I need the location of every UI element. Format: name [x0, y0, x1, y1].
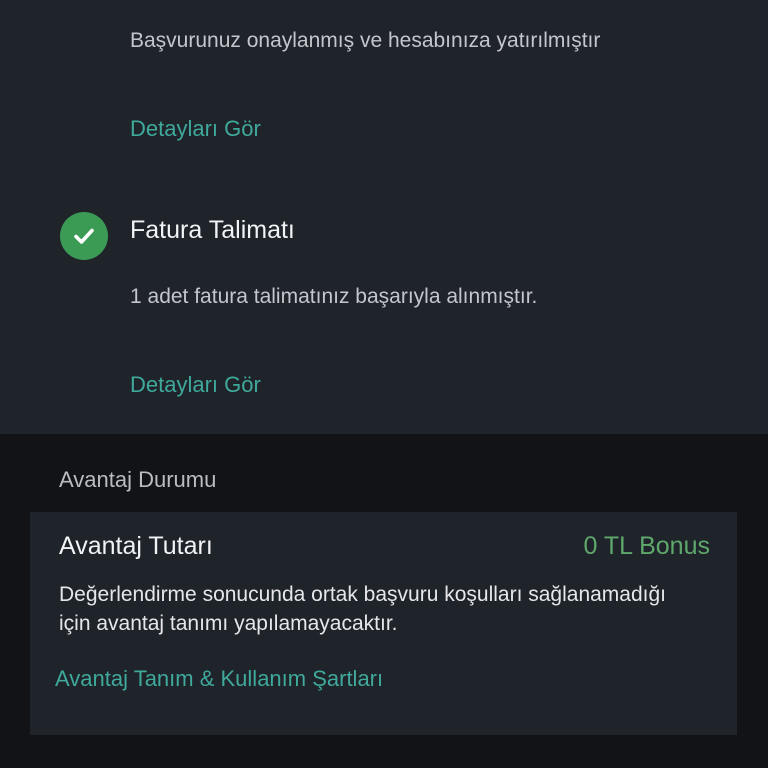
invoice-details-link[interactable]: Detayları Gör	[130, 372, 261, 398]
check-icon	[60, 212, 108, 260]
invoice-step-title: Fatura Talimatı	[130, 216, 295, 244]
advantage-description: Değerlendirme sonucunda ortak başvuru ko…	[59, 583, 667, 635]
advantage-card: Avantaj Tutarı 0 TL Bonus Değerlendirme …	[30, 512, 737, 735]
advantage-section-label: Avantaj Durumu	[59, 467, 217, 492]
advantage-terms-link[interactable]: Avantaj Tanım & Kullanım Şartları	[55, 666, 383, 692]
application-steps-card: Başvurunuz onaylanmış ve hesabınıza yatı…	[0, 0, 768, 434]
application-details-link[interactable]: Detayları Gör	[130, 116, 261, 142]
invoice-step-message: 1 adet fatura talimatınız başarıyla alın…	[130, 285, 538, 308]
advantage-amount-value: 0 TL Bonus	[583, 532, 710, 560]
application-approved-message: Başvurunuz onaylanmış ve hesabınıza yatı…	[130, 29, 601, 52]
advantage-amount-title: Avantaj Tutarı	[59, 532, 213, 560]
